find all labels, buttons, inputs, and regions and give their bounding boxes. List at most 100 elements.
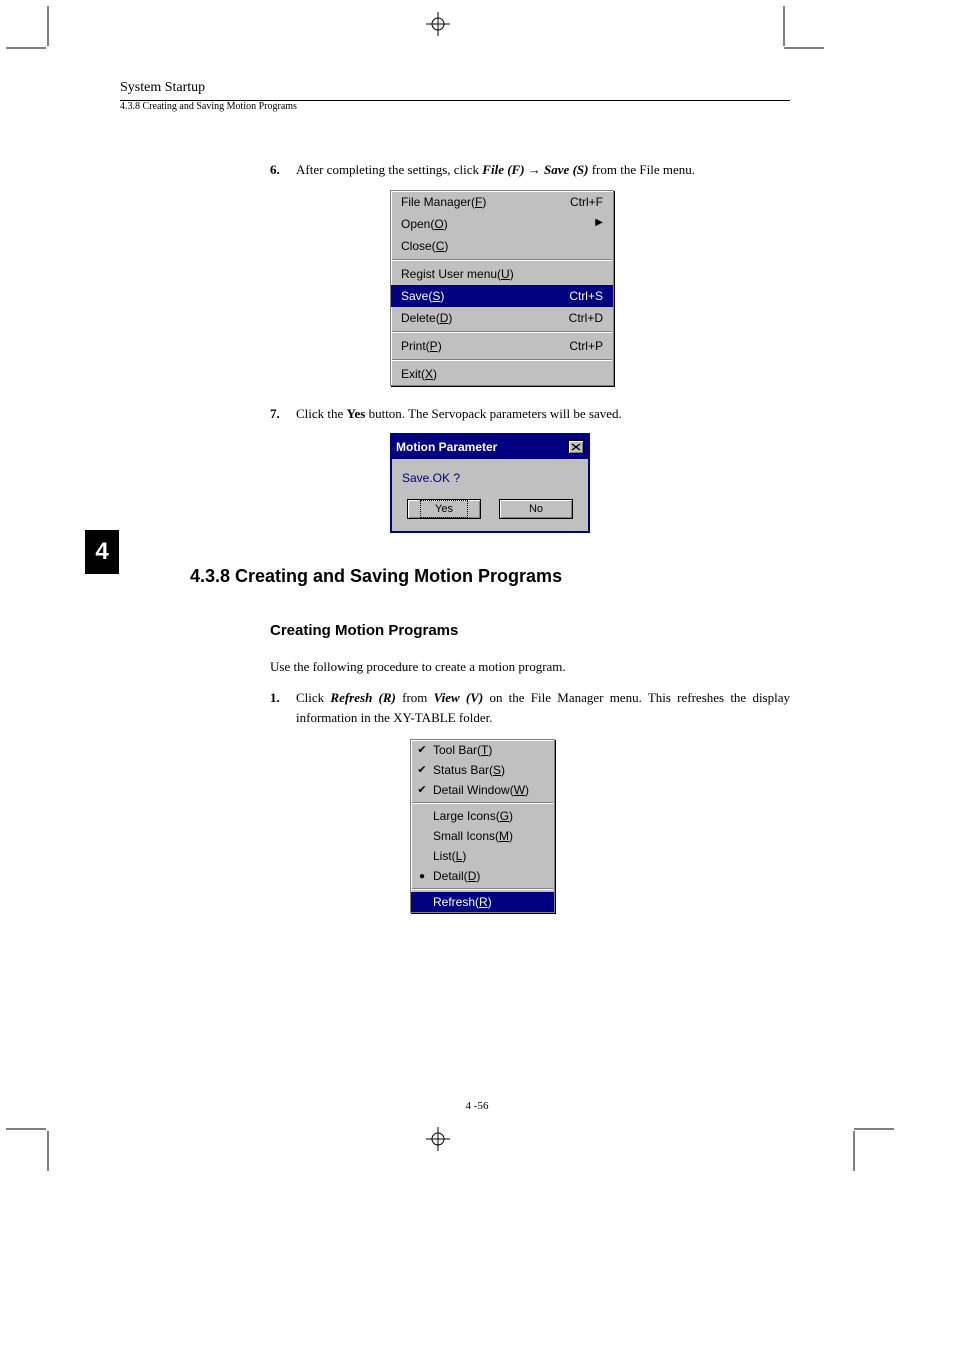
accel: Ctrl+S	[569, 287, 603, 305]
t: from the File menu.	[588, 162, 695, 177]
t: )	[440, 289, 444, 303]
menu-item-statusbar[interactable]: ✔ Status Bar(S)	[411, 760, 554, 780]
t: File Manager(	[401, 195, 475, 209]
t: Delete(	[401, 311, 440, 325]
step-number: 6.	[270, 160, 296, 180]
menu-separator	[412, 802, 553, 804]
t: Click the	[296, 406, 347, 421]
t: File (F)	[482, 162, 524, 177]
check-icon: ✔	[415, 762, 429, 779]
running-head: System Startup	[120, 80, 790, 96]
menu-item-detail-window[interactable]: ✔ Detail Window(W)	[411, 780, 554, 800]
t: Small Icons(	[433, 829, 499, 843]
menu-separator	[412, 888, 553, 890]
menu-item-list[interactable]: List(L)	[411, 846, 554, 866]
mnemonic: M	[499, 829, 509, 843]
dialog-message: Save.OK ?	[392, 459, 588, 491]
registration-mark-bottom	[426, 1127, 450, 1156]
menu-item-close[interactable]: Close(C)	[391, 235, 613, 257]
t: )	[510, 267, 514, 281]
t: Tool Bar(	[433, 743, 481, 757]
menu-item-delete[interactable]: Delete(D) Ctrl+D	[391, 307, 613, 329]
t: Status Bar(	[433, 763, 493, 777]
menu-item-open[interactable]: Open(O) ▶	[391, 213, 613, 235]
t: )	[482, 195, 486, 209]
t: Exit(	[401, 367, 425, 381]
subsection-heading: Creating Motion Programs	[270, 620, 790, 643]
mnemonic: P	[430, 339, 438, 353]
t: View (V)	[434, 690, 484, 705]
mnemonic: O	[434, 217, 443, 231]
menu-separator	[392, 259, 612, 261]
page-number: 4 -56	[0, 1100, 954, 1112]
t: )	[448, 311, 452, 325]
t: After completing the settings, click	[296, 162, 482, 177]
t: Yes	[347, 406, 366, 421]
crop-mark-tl	[6, 6, 58, 58]
t: button. The Servopack parameters will be…	[365, 406, 621, 421]
dialog-title: Motion Parameter	[396, 438, 497, 456]
step-7: 7. Click the Yes button. The Servopack p…	[270, 404, 790, 424]
t: Detail Window(	[433, 783, 514, 797]
step-text: Click Refresh (R) from View (V) on the F…	[296, 688, 790, 727]
t: )	[462, 849, 466, 863]
t: Large Icons(	[433, 809, 500, 823]
menu-item-exit[interactable]: Exit(X)	[391, 363, 613, 385]
menu-item-refresh[interactable]: Refresh(R)	[411, 892, 554, 912]
crop-mark-bl	[6, 1119, 58, 1171]
t: )	[525, 783, 529, 797]
subsection-head: 4.3.8 Creating and Saving Motion Program…	[120, 101, 790, 112]
mnemonic: U	[501, 267, 510, 281]
step-6: 6. After completing the settings, click …	[270, 160, 790, 180]
t: )	[444, 217, 448, 231]
menu-item-toolbar[interactable]: ✔ Tool Bar(T)	[411, 740, 554, 760]
t: Detail(	[433, 869, 468, 883]
chapter-tab: 4	[85, 530, 119, 574]
mnemonic: S	[493, 763, 501, 777]
t: Click	[296, 690, 330, 705]
step-number: 7.	[270, 404, 296, 424]
accel: Ctrl+P	[569, 337, 603, 355]
t: Open(	[401, 217, 434, 231]
mnemonic: X	[425, 367, 433, 381]
section-heading: 4.3.8 Creating and Saving Motion Program…	[190, 563, 790, 590]
step-1: 1. Click Refresh (R) from View (V) on th…	[270, 688, 790, 727]
menu-item-save[interactable]: Save(S) Ctrl+S	[391, 285, 613, 307]
check-icon: ✔	[415, 742, 429, 759]
menu-item-print[interactable]: Print(P) Ctrl+P	[391, 335, 613, 357]
t: )	[444, 239, 448, 253]
menu-separator	[392, 331, 612, 333]
registration-mark-top	[426, 12, 450, 41]
t: )	[509, 809, 513, 823]
mnemonic: G	[500, 809, 509, 823]
no-button[interactable]: No	[499, 499, 573, 519]
menu-item-detail[interactable]: ● Detail(D)	[411, 866, 554, 886]
t: )	[488, 743, 492, 757]
t: )	[433, 367, 437, 381]
step-text: After completing the settings, click Fil…	[296, 160, 790, 180]
t: )	[501, 763, 505, 777]
yes-button[interactable]: Yes	[407, 499, 481, 519]
menu-item-file-manager[interactable]: File Manager(F) Ctrl+F	[391, 191, 613, 213]
t: )	[509, 829, 513, 843]
crop-mark-br	[842, 1119, 894, 1171]
t: )	[438, 339, 442, 353]
t: )	[488, 895, 492, 909]
t: Refresh(	[433, 895, 479, 909]
close-button[interactable]	[568, 440, 584, 454]
t: Refresh (R)	[330, 690, 395, 705]
step-number: 1.	[270, 688, 296, 727]
accel: Ctrl+F	[570, 193, 603, 211]
t: Save(	[401, 289, 432, 303]
check-icon: ✔	[415, 782, 429, 799]
menu-item-small-icons[interactable]: Small Icons(M)	[411, 826, 554, 846]
menu-separator	[392, 359, 612, 361]
t: )	[476, 869, 480, 883]
t: Save (S)	[544, 162, 588, 177]
button-label: Yes	[421, 501, 467, 518]
menu-item-regist-user-menu[interactable]: Regist User menu(U)	[391, 263, 613, 285]
motion-parameter-dialog: Motion Parameter Save.OK ? Yes No	[390, 433, 590, 533]
menu-item-large-icons[interactable]: Large Icons(G)	[411, 806, 554, 826]
page-body: System Startup 4.3.8 Creating and Saving…	[120, 80, 790, 931]
dialog-titlebar: Motion Parameter	[392, 435, 588, 459]
